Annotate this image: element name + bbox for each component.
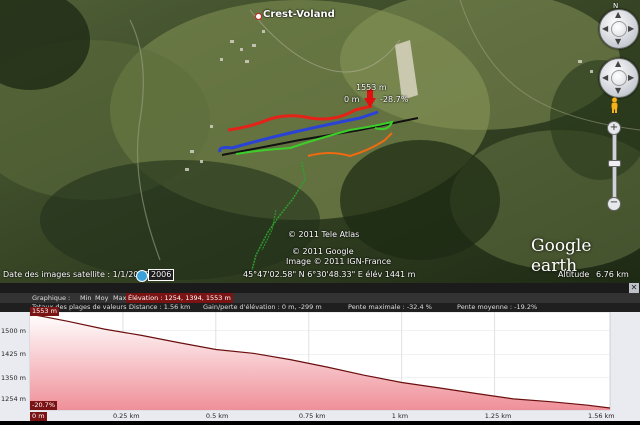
total-distance: Distance : 1.56 km: [129, 303, 191, 311]
profile-series-toolbar: Graphique : Min Moy Max Élévation : 1254…: [0, 293, 640, 303]
marker-distance: 0 m: [344, 95, 360, 104]
y-tick-label: 1553 m: [1, 306, 26, 314]
graph-max-toggle[interactable]: Max: [113, 293, 126, 303]
move-navigation-control[interactable]: ▲ ◀ ▶ ▼: [599, 58, 639, 98]
move-left-arrow-icon[interactable]: ◀: [602, 74, 608, 82]
end-grade-tag: -20.7%: [30, 401, 57, 410]
x-tick-label: 1 km: [391, 412, 409, 420]
start-elevation-tag: 1553 m: [30, 307, 59, 316]
x-tick-label: 0.75 km: [298, 412, 326, 420]
eye-icon: [611, 21, 627, 37]
hand-icon: [611, 70, 627, 86]
x-tick-label: 0.5 km: [205, 412, 229, 420]
move-right-arrow-icon[interactable]: ▶: [628, 74, 634, 82]
marker-elevation: 1553 m: [356, 83, 387, 92]
graph-avg-toggle[interactable]: Moy: [95, 293, 108, 303]
cursor-coordinates-readout: 45°47'02.58" N 6°30'48.33" E élév 1441 m: [243, 270, 416, 279]
street-view-pegman-icon[interactable]: [610, 97, 619, 113]
track-red: [227, 104, 373, 132]
marker-grade: -28.7%: [380, 95, 409, 104]
look-up-arrow-icon[interactable]: ▲: [615, 11, 621, 19]
zoom-out-button[interactable]: −: [607, 197, 621, 211]
place-pin-icon: [255, 13, 262, 20]
x-tick-label: 1.56 km: [588, 412, 615, 420]
zoom-slider-thumb[interactable]: [608, 160, 621, 167]
y-tick-label: 1254 m: [1, 395, 26, 403]
look-down-arrow-icon[interactable]: ▼: [615, 38, 621, 46]
x-tick-label: 1.25 km: [484, 412, 512, 420]
copyright-ign: Image © 2011 IGN-France: [286, 257, 392, 266]
place-label[interactable]: Crest-Voland: [263, 10, 335, 20]
imagery-year-badge[interactable]: 2006: [148, 269, 175, 281]
historical-imagery-clock-icon[interactable]: [136, 270, 148, 282]
graph-min-toggle[interactable]: Min: [80, 293, 92, 303]
y-tick-label: 1350 m: [1, 373, 26, 382]
close-icon[interactable]: ✕: [629, 283, 639, 293]
north-indicator-icon: N: [613, 2, 619, 10]
altitude-label: Altitude: [558, 270, 590, 279]
move-up-arrow-icon[interactable]: ▲: [615, 60, 621, 68]
max-slope: Pente maximale : -32.4 %: [348, 303, 432, 311]
look-right-arrow-icon[interactable]: ▶: [628, 25, 634, 33]
elevation-series-summary[interactable]: Élévation : 1254, 1394, 1553 m: [126, 293, 233, 303]
imagery-date-label: Date des images satellite : 1/1/2006: [3, 270, 149, 279]
elevation-profile-chart[interactable]: 1500 m 1425 m 1350 m 1254 m 1553 m 0.25 km 0.…: [0, 306, 640, 421]
satellite-map-view[interactable]: 1553 m 0 m -28.7% Crest-Voland ▲ ◀ ▶ ▼ N…: [0, 0, 640, 283]
look-left-arrow-icon[interactable]: ◀: [602, 25, 608, 33]
y-tick-label: 1500 m: [1, 326, 26, 335]
look-navigation-control[interactable]: ▲ ◀ ▶ ▼: [599, 9, 639, 49]
y-tick-label: 1425 m: [1, 350, 26, 359]
profile-title-bar: ✕: [0, 283, 640, 293]
profile-totals-bar: Totaux des plages de valeurs : Distance …: [0, 303, 640, 312]
altitude-value: 6.76 km: [596, 270, 629, 279]
zoom-in-button[interactable]: +: [607, 121, 621, 135]
elevation-chart-svg[interactable]: [0, 311, 640, 421]
copyright-tele-atlas: © 2011 Tele Atlas: [288, 230, 360, 239]
avg-slope: Pente moyenne : -19.2%: [457, 303, 538, 311]
start-distance-tag: 0 m: [30, 412, 47, 421]
move-down-arrow-icon[interactable]: ▼: [615, 87, 621, 95]
copyright-google: © 2011 Google: [292, 247, 354, 256]
x-tick-label: 0.25 km: [112, 412, 140, 420]
elevation-gain-loss: Gain/perte d'élévation : 0 m, -299 m: [203, 303, 322, 311]
graph-label: Graphique :: [32, 294, 71, 302]
